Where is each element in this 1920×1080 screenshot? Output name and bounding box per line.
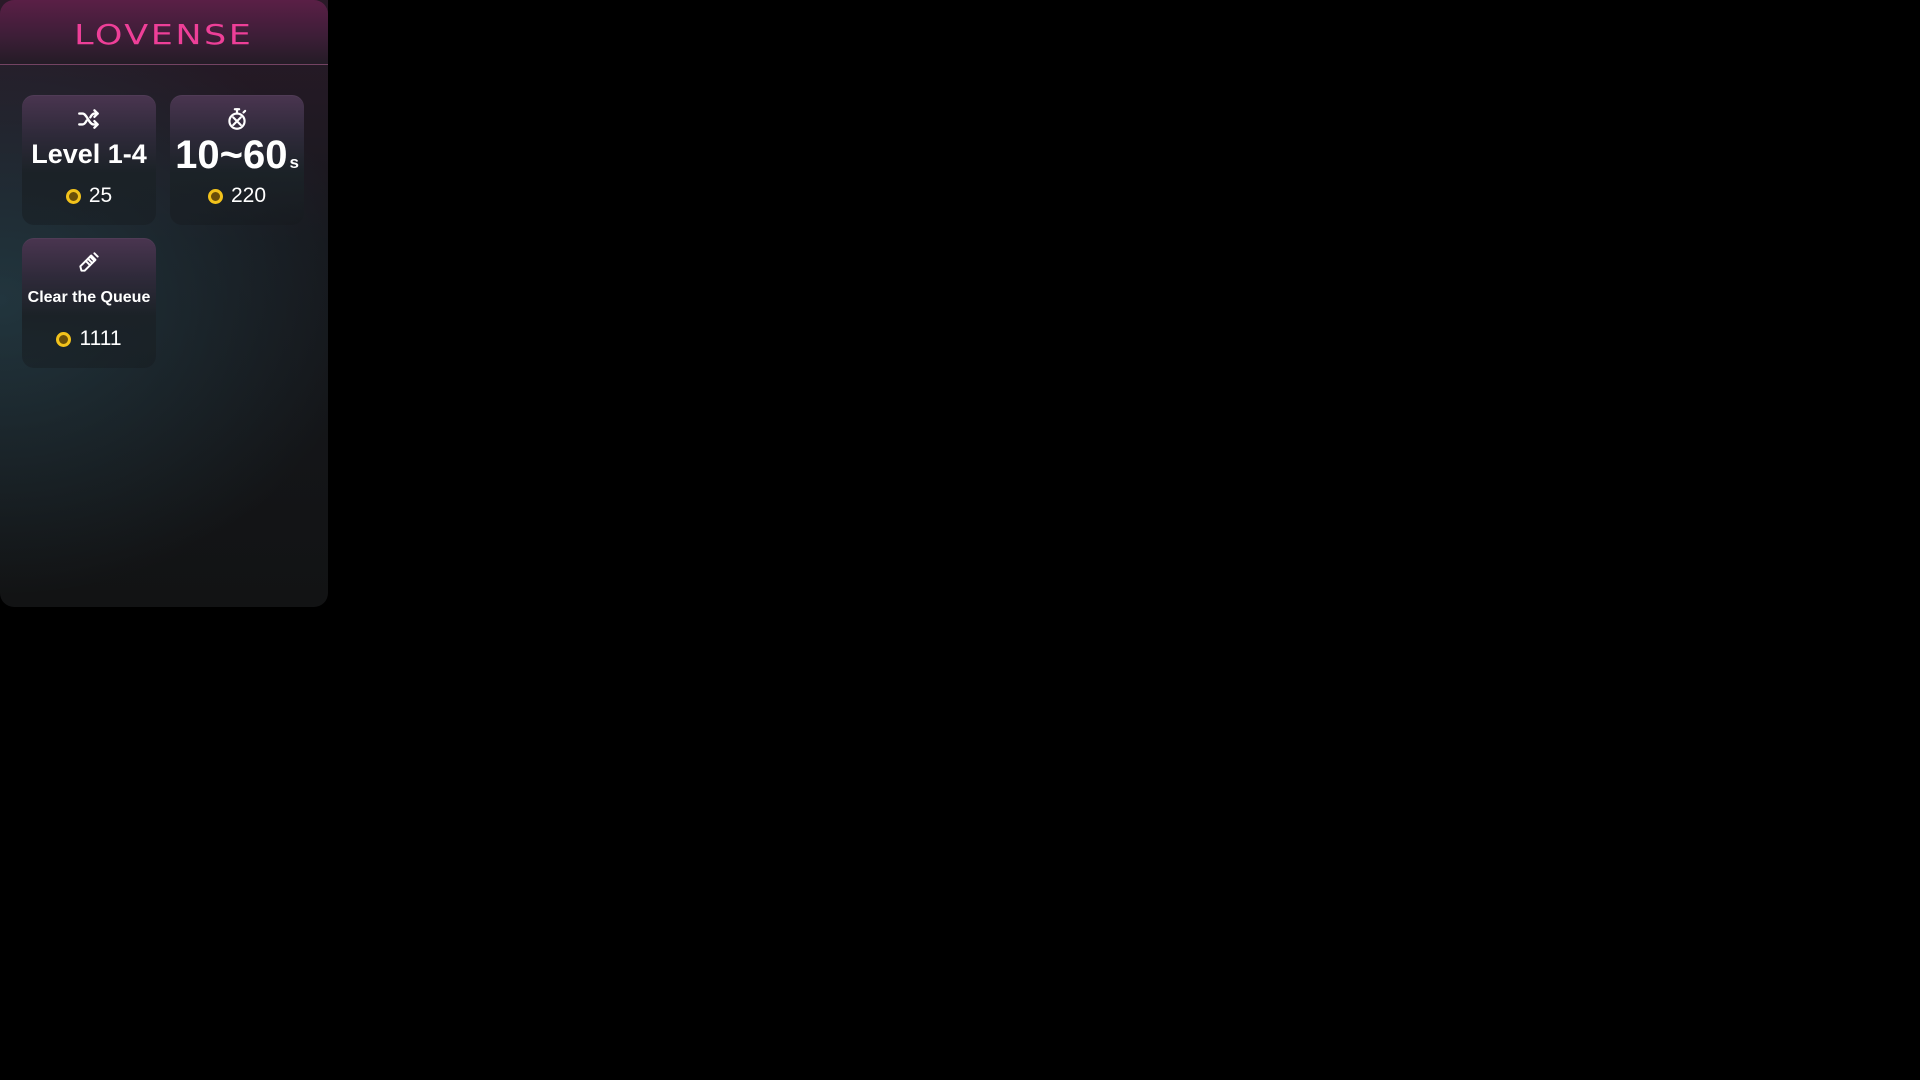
card-title: Level 1-4 [31, 139, 147, 169]
price-value: 220 [230, 184, 267, 207]
card-duration[interactable]: 10~60 s 220 [170, 95, 304, 225]
duration-range: 10~60 [175, 133, 288, 177]
coin-icon [65, 188, 81, 204]
card-price: 25 [22, 184, 156, 208]
eraser-icon [22, 249, 156, 275]
lovense-logo: LOVENSE [74, 17, 254, 51]
coin-icon [56, 331, 72, 347]
card-title: 10~60 s [170, 133, 304, 178]
tip-menu-panel: LOVENSE Level 1-4 25 10~60 s 220 Clear t… [0, 0, 328, 607]
card-random-level[interactable]: Level 1-4 25 [22, 95, 156, 225]
coin-icon [207, 188, 223, 204]
shuffle-icon [22, 106, 156, 132]
card-price: 220 [170, 184, 304, 208]
card-title: Clear the Queue [27, 289, 151, 306]
price-value: 25 [88, 184, 113, 207]
stopwatch-icon [170, 106, 304, 132]
duration-unit: s [289, 153, 299, 172]
card-price: 1111 [22, 327, 156, 351]
price-value: 1111 [79, 327, 122, 350]
panel-header: LOVENSE [0, 0, 328, 65]
card-clear-queue[interactable]: Clear the Queue 1111 [22, 238, 156, 368]
